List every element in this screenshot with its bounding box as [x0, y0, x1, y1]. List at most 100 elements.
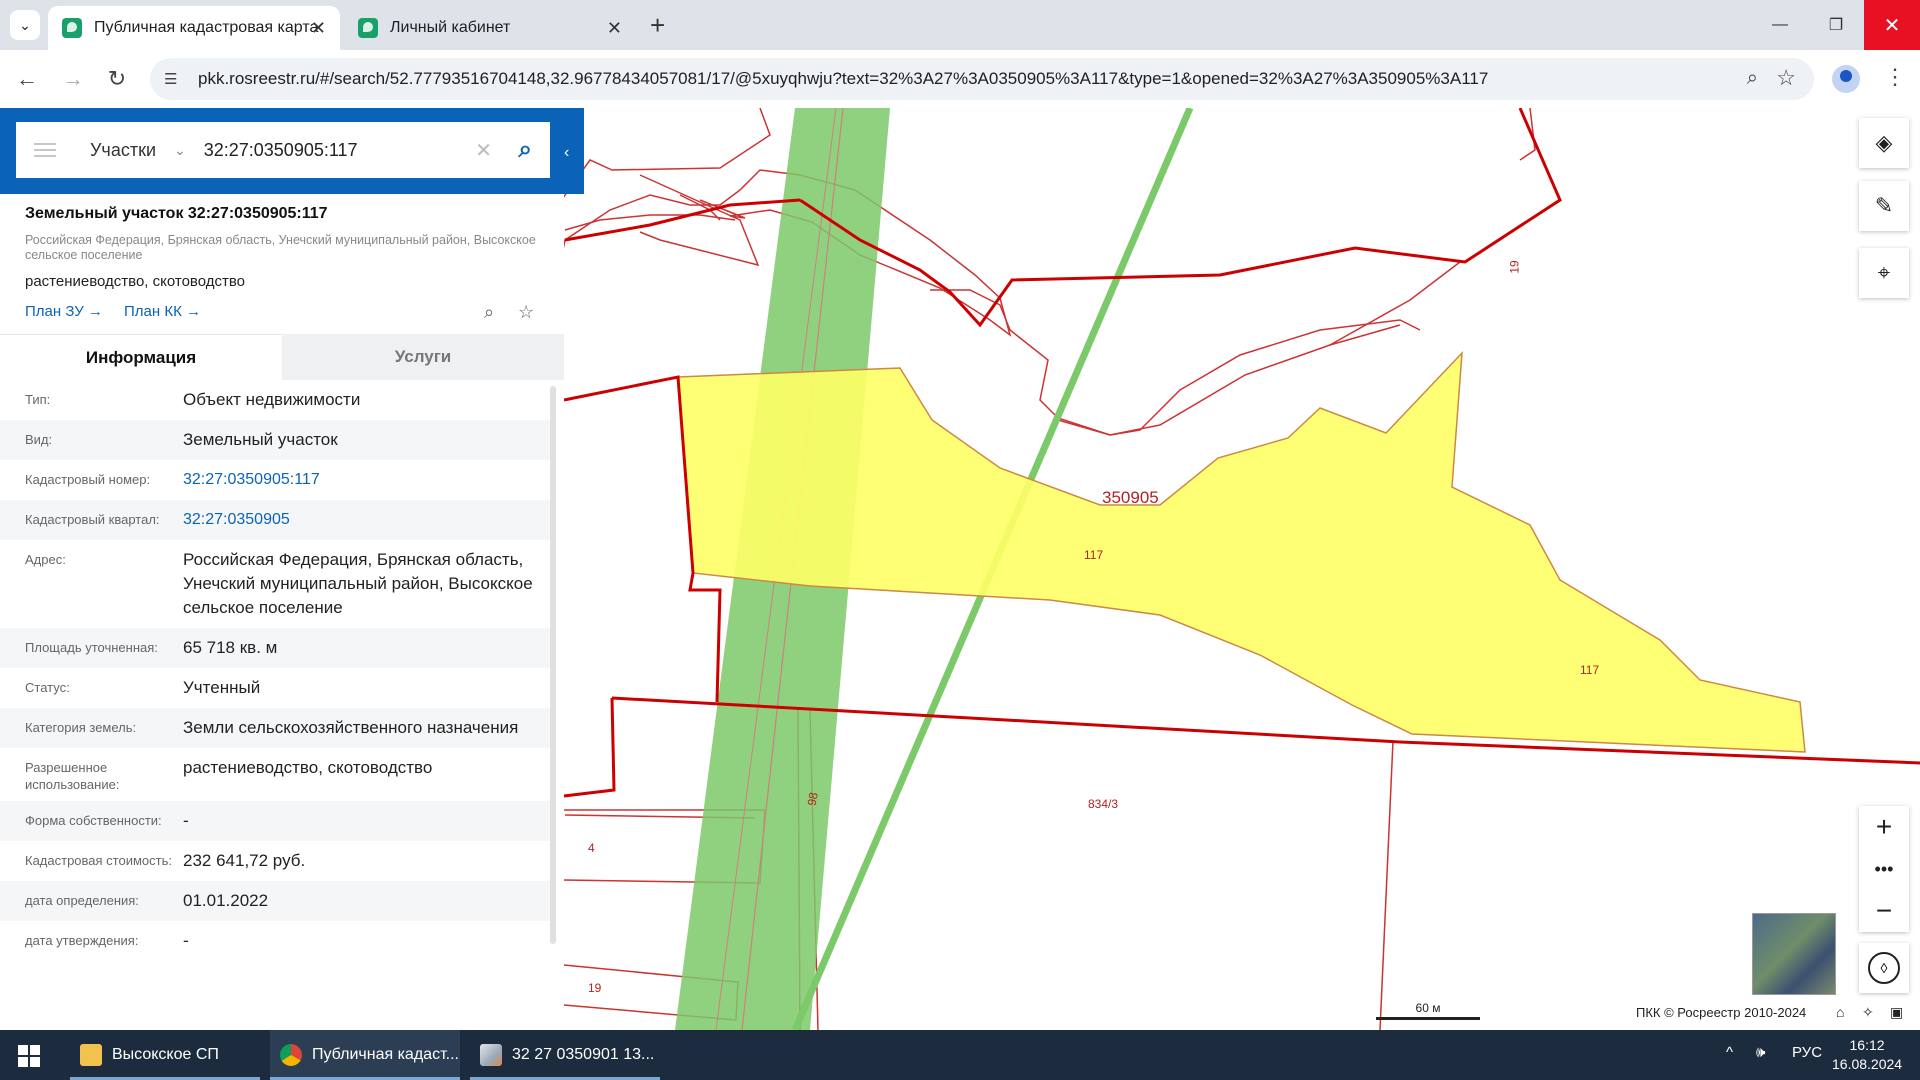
zoom-to-object-icon[interactable]: ⌕ [484, 302, 494, 323]
bookmark-star-icon[interactable]: ☆ [1776, 65, 1796, 91]
plan-kk-link[interactable]: План КК → [124, 303, 201, 320]
parcel-label: 19 [588, 981, 602, 995]
parcel-border [1379, 740, 1394, 1030]
browser-menu-icon[interactable]: ⋮ [1884, 64, 1906, 90]
search-type-select[interactable]: Участки [90, 140, 156, 161]
tab-title: Публичная кадастровая карта [94, 19, 319, 36]
more-zoom-button[interactable]: ••• [1859, 848, 1909, 890]
search-box: Участки ⌄ 32:27:0350905:117 ✕ ⌕ [16, 122, 550, 178]
tab-information[interactable]: Информация [0, 334, 282, 380]
forward-button[interactable]: → [58, 64, 88, 94]
parcel-border [562, 108, 771, 199]
tab-title: Личный кабинет [390, 19, 511, 36]
parcel-border [1329, 261, 1461, 346]
quarter-label: 350905 [1102, 488, 1159, 507]
map-copyright: ПКК © Росреестр 2010-2024 [1636, 1005, 1807, 1020]
tray-chevron-icon[interactable]: ^ [1726, 1044, 1733, 1061]
quarter-border [563, 697, 616, 798]
search-input[interactable]: 32:27:0350905:117 [204, 140, 358, 161]
tab-strip: ⌄ Публичная кадастровая карта ✕ Личный к… [0, 0, 1920, 50]
paint-icon [480, 1044, 502, 1066]
favorite-star-icon[interactable]: ☆ [518, 302, 534, 323]
attribute-row: Адрес: Российская Федерация, Брянская обл… [0, 540, 550, 628]
quarter-border [799, 108, 1562, 328]
locate-button[interactable]: ⌖ [1859, 248, 1909, 298]
ruler-icon: ✎ [1874, 193, 1894, 218]
reload-button[interactable]: ↻ [102, 64, 132, 94]
parcel-label: 834/3 [1088, 797, 1119, 811]
parcel-address: Российская Федерация, Брянская область, … [25, 233, 536, 262]
selected-parcel[interactable] [677, 350, 1806, 753]
taskbar-explorer[interactable]: Высокское СП [70, 1030, 260, 1080]
compass-button[interactable]: ◊ [1859, 943, 1909, 993]
compass-icon: ◊ [1868, 952, 1900, 984]
chevron-down-icon[interactable]: ⌄ [174, 142, 186, 159]
attribute-list: Тип: Объект недвижимости Вид: Земельный уч… [0, 380, 550, 961]
tab-pkk[interactable]: Публичная кадастровая карта ✕ [48, 6, 340, 50]
tab-services[interactable]: Услуги [282, 334, 564, 380]
gps-icon[interactable]: ✧ [1862, 1004, 1874, 1021]
attribute-row: Кадастровый квартал: 32:27:0350905 [0, 500, 550, 540]
attribute-row: Статус: Учтенный [0, 668, 550, 708]
parcel-label: 4 [588, 841, 595, 855]
screen-icon[interactable]: ▣ [1890, 1004, 1903, 1021]
zoom-icon[interactable]: ⌕ [1747, 67, 1758, 90]
layers-button[interactable]: ◈ [1859, 118, 1909, 168]
attribute-row: Разрешенное использование: растениеводств… [0, 748, 550, 801]
site-info-icon[interactable]: ☰ [164, 70, 177, 88]
parcel-label: 117 [1084, 548, 1104, 562]
url-text[interactable]: pkk.rosreestr.ru/#/search/52.77793516704… [198, 69, 1488, 89]
back-button[interactable]: ← [12, 64, 42, 94]
profile-avatar[interactable] [1832, 65, 1860, 93]
plan-zu-link[interactable]: План ЗУ → [25, 303, 103, 320]
attribute-row: Категория земель: Земли сельскохозяйствен… [0, 708, 550, 748]
window-close-button[interactable]: ✕ [1864, 0, 1920, 50]
taskbar-paint[interactable]: 32 27 0350901 13... [470, 1030, 660, 1080]
search-icon[interactable]: ⌕ [519, 136, 532, 164]
cadastral-quarter-link[interactable]: 32:27:0350905 [183, 508, 550, 532]
tab-search-button[interactable]: ⌄ [10, 10, 40, 40]
close-tab-icon[interactable]: ✕ [607, 18, 622, 39]
browser-toolbar: ← → ↻ ☰ pkk.rosreestr.ru/#/search/52.777… [0, 50, 1920, 108]
collapse-panel-icon[interactable]: ‹ [564, 144, 569, 162]
parcel-use: растениеводство, скотоводство [25, 273, 246, 290]
windows-start-icon[interactable] [18, 1045, 40, 1067]
menu-icon[interactable] [34, 139, 56, 161]
taskbar-chrome[interactable]: Публичная кадаст... [270, 1030, 460, 1080]
parcel-border [639, 174, 760, 267]
parcel-label: 19 [1507, 260, 1522, 274]
language-indicator[interactable]: РУС [1792, 1044, 1822, 1061]
close-tab-icon[interactable]: ✕ [311, 18, 326, 39]
folder-icon [80, 1044, 102, 1066]
clear-search-icon[interactable]: ✕ [475, 138, 492, 163]
parcel-label: 117 [1580, 663, 1600, 677]
attribute-row: Кадастровая стоимость: 232 641,72 руб. [0, 841, 550, 881]
tab-cabinet[interactable]: Личный кабинет ✕ [344, 6, 636, 50]
clock[interactable]: 16:12 16.08.2024 [1832, 1036, 1902, 1074]
panel-scrollbar[interactable] [550, 386, 556, 944]
new-tab-button[interactable]: + [650, 10, 665, 40]
layers-icon: ◈ [1875, 130, 1893, 155]
chrome-icon [280, 1044, 302, 1066]
zoom-control: + ••• − [1859, 806, 1909, 932]
rosreestr-favicon-icon [358, 18, 378, 38]
info-panel: Земельный участок 32:27:0350905:117 Росс… [0, 194, 564, 1030]
volume-icon[interactable]: 🕪 [1756, 1044, 1765, 1061]
restore-button[interactable]: ❐ [1808, 0, 1864, 50]
taskbar: Высокское СП Публичная кадаст... 32 27 0… [0, 1030, 1920, 1080]
cadastral-number-link[interactable]: 32:27:0350905:117 [183, 468, 550, 492]
basemap-thumbnail[interactable] [1752, 913, 1836, 995]
zoom-in-button[interactable]: + [1859, 806, 1909, 848]
parcel-title: Земельный участок 32:27:0350905:117 [25, 205, 328, 222]
crosshair-icon: ⌖ [1877, 260, 1891, 285]
minimize-button[interactable]: — [1752, 0, 1808, 50]
parcel-label: 98 [804, 791, 821, 807]
attribute-row: Форма собственности: - [0, 801, 550, 841]
address-bar[interactable]: ☰ pkk.rosreestr.ru/#/search/52.777935167… [150, 58, 1814, 100]
attribute-row: Кадастровый номер: 32:27:0350905:117 [0, 460, 550, 500]
home-icon[interactable]: ⌂ [1836, 1004, 1844, 1020]
zoom-out-button[interactable]: − [1859, 890, 1909, 932]
measure-button[interactable]: ✎ [1859, 181, 1909, 231]
info-tabs: Информация Услуги [0, 334, 564, 380]
parcel-border [930, 289, 1421, 436]
